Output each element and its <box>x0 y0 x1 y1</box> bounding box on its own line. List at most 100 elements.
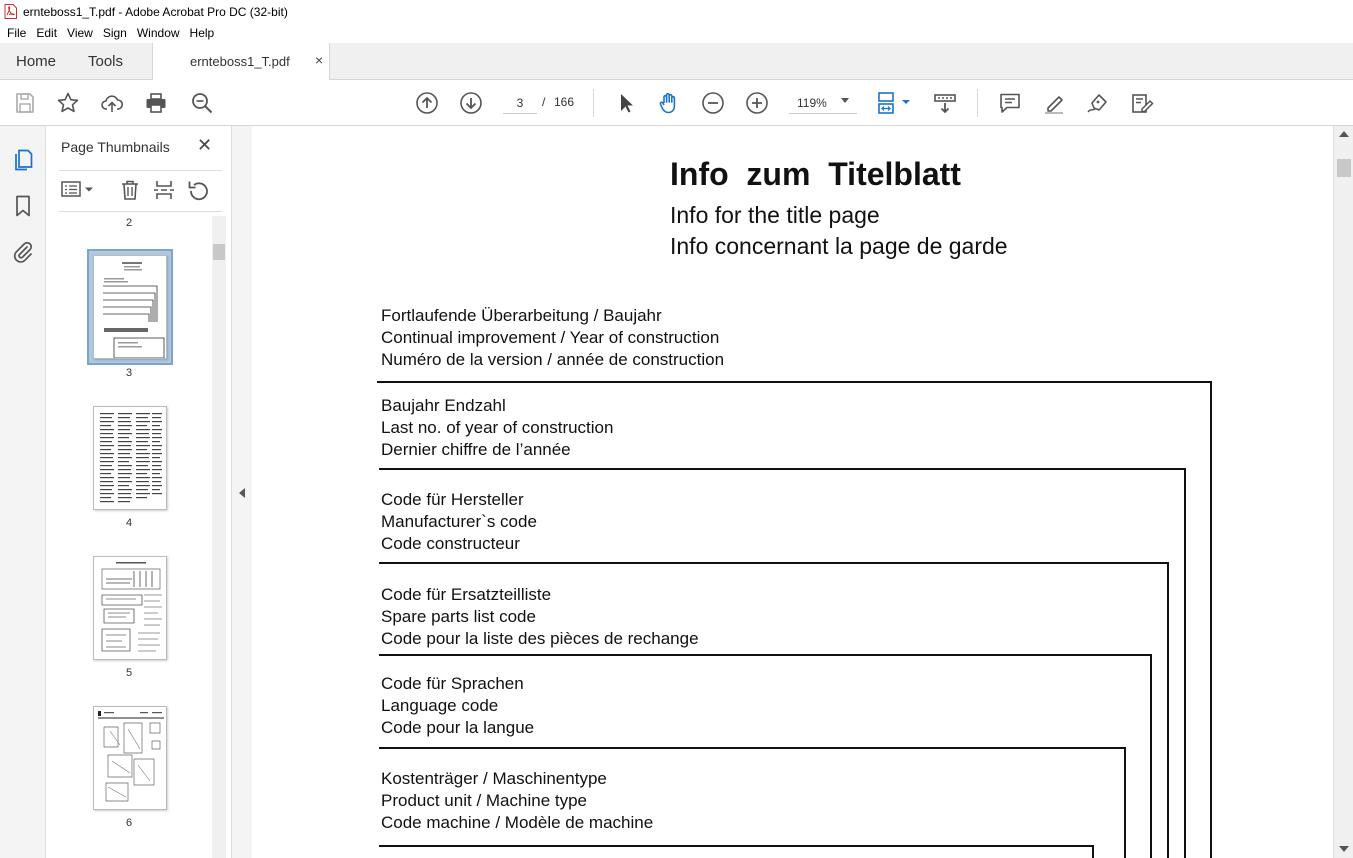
bookmark-star-icon[interactable] <box>56 91 80 115</box>
sign-pen-icon[interactable] <box>1086 91 1110 115</box>
rotate-page-icon[interactable] <box>187 179 209 204</box>
field-label-fr: Dernier chiffre de l’année <box>381 440 571 459</box>
bracket-line <box>1092 845 1094 858</box>
document-scroll-thumb[interactable] <box>1337 159 1351 177</box>
tab-home[interactable]: Home <box>16 53 56 70</box>
menu-window[interactable]: Window <box>132 26 185 40</box>
upload-cloud-icon[interactable] <box>100 91 124 115</box>
attachments-paperclip-icon[interactable] <box>11 240 35 264</box>
menu-bar: File Edit View Sign Window Help <box>0 23 1353 43</box>
field-block: Code für Ersatzteilliste Spare parts lis… <box>381 584 699 650</box>
field-label-fr: Code pour la langue <box>381 718 535 737</box>
page-thumbnails-panel: Page Thumbnails ✕ 2 3 4 5 6 <box>46 126 232 858</box>
select-arrow-icon[interactable] <box>614 91 638 115</box>
page-number-input[interactable]: 3 <box>503 92 537 114</box>
document-scrollbar[interactable] <box>1333 126 1353 858</box>
document-subtitle-fr: Info concernant la page de garde <box>670 233 1008 259</box>
field-label-de: Baujahr Endzahl <box>381 396 506 415</box>
scroll-down-arrow-icon[interactable] <box>1339 846 1349 852</box>
field-block: Fortlaufende Überarbeitung / Baujahr Con… <box>381 305 724 371</box>
field-label-de: Kostenträger / Maschinentype <box>381 769 607 788</box>
menu-view[interactable]: View <box>62 26 98 40</box>
field-label-en: Manufacturer`s code <box>381 512 537 531</box>
chevron-left-icon <box>239 488 245 498</box>
panel-collapse-handle[interactable] <box>232 126 252 858</box>
tab-document[interactable]: ernteboss1_T.pdf × <box>152 43 330 80</box>
field-label-de: Code für Ersatzteilliste <box>381 585 552 604</box>
close-icon[interactable]: ✕ <box>197 135 212 156</box>
pdf-file-icon <box>4 4 17 19</box>
search-zoom-icon[interactable] <box>190 91 214 115</box>
bracket-line <box>1184 468 1186 858</box>
toolbar: 3 / 166 119% <box>0 80 1353 126</box>
previous-page-icon[interactable] <box>415 91 439 115</box>
thumbnail-page-3[interactable] <box>93 255 167 359</box>
scroll-up-arrow-icon[interactable] <box>1339 131 1349 137</box>
bracket-line <box>379 845 1094 847</box>
menu-file[interactable]: File <box>2 26 31 40</box>
print-icon[interactable] <box>144 91 168 115</box>
zoom-out-icon[interactable] <box>701 91 725 115</box>
highlight-pen-icon[interactable] <box>1042 91 1066 115</box>
menu-edit[interactable]: Edit <box>31 26 62 40</box>
thumbnail-page-5[interactable] <box>93 556 167 660</box>
thumbnail-page-label: 4 <box>125 517 133 529</box>
bracket-line <box>1167 562 1169 858</box>
bracket-line <box>1210 381 1212 858</box>
menu-help[interactable]: Help <box>185 26 220 40</box>
bracket-line <box>379 468 1186 470</box>
next-page-icon[interactable] <box>459 91 483 115</box>
zoom-level-dropdown[interactable]: 119% <box>789 92 857 114</box>
tab-document-label: ernteboss1_T.pdf <box>190 54 290 69</box>
document-title: Info zum Titelblatt <box>670 156 961 192</box>
field-label-en: Language code <box>381 696 499 715</box>
page-thumbnails-icon[interactable] <box>11 148 35 172</box>
zoom-in-icon[interactable] <box>745 91 769 115</box>
bracket-line <box>379 562 1169 564</box>
thumbnail-page-label: 6 <box>125 817 133 829</box>
navigation-rail <box>0 126 46 858</box>
field-label-fr: Code pour la liste des pièces de rechang… <box>381 629 699 648</box>
thumbnail-page-4[interactable] <box>93 406 167 510</box>
thumbnail-page-label: 5 <box>125 667 133 679</box>
hand-tool-icon[interactable] <box>657 91 681 115</box>
field-label-de: Fortlaufende Überarbeitung / Baujahr <box>381 306 662 325</box>
field-label-de: Code für Sprachen <box>381 674 524 693</box>
field-label-en: Continual improvement / Year of construc… <box>381 328 720 347</box>
bookmarks-icon[interactable] <box>11 194 35 218</box>
zoom-level-value: 119% <box>797 96 827 110</box>
comment-icon[interactable] <box>998 91 1022 115</box>
thumbnail-list: 2 3 4 5 6 <box>46 212 212 858</box>
field-label-fr: Code machine / Modèle de machine <box>381 813 654 832</box>
document-subtitle-en: Info for the title page <box>670 202 880 228</box>
field-label-fr: Code constructeur <box>381 534 520 553</box>
save-icon[interactable] <box>13 91 37 115</box>
fill-sign-icon[interactable] <box>1130 91 1154 115</box>
thumbnail-page-label: 3 <box>125 367 133 379</box>
thumbnail-page-label: 2 <box>125 217 133 229</box>
thumbnail-toolbar <box>59 170 222 212</box>
bracket-line <box>379 747 1126 749</box>
bracket-line <box>1124 747 1126 858</box>
tab-bar: Home Tools ernteboss1_T.pdf × <box>0 43 1353 80</box>
thumbnail-scrollbar[interactable] <box>212 216 226 858</box>
field-block: Kostenträger / Maschinentype Product uni… <box>381 768 653 834</box>
tab-close-icon[interactable]: × <box>315 52 323 68</box>
page-fit-icon[interactable] <box>876 91 914 115</box>
scroll-mode-icon[interactable] <box>933 91 957 115</box>
delete-page-icon[interactable] <box>119 179 141 204</box>
field-block: Code für Sprachen Language code Code pou… <box>381 673 534 739</box>
field-block: Baujahr Endzahl Last no. of year of cons… <box>381 395 613 461</box>
thumbnail-page-6[interactable] <box>93 706 167 810</box>
thumbnail-options-icon[interactable] <box>61 179 95 202</box>
menu-sign[interactable]: Sign <box>98 26 132 40</box>
tab-tools[interactable]: Tools <box>88 53 123 70</box>
toolbar-divider <box>977 89 978 117</box>
panel-title: Page Thumbnails <box>61 139 170 155</box>
thumbnail-scroll-thumb[interactable] <box>213 244 225 260</box>
field-label-en: Product unit / Machine type <box>381 791 588 810</box>
title-bar: ernteboss1_T.pdf - Adobe Acrobat Pro DC … <box>0 0 1353 23</box>
split-page-icon[interactable] <box>153 179 175 204</box>
field-block: Code für Hersteller Manufacturer`s code … <box>381 489 537 555</box>
window-title: ernteboss1_T.pdf - Adobe Acrobat Pro DC … <box>23 4 288 19</box>
